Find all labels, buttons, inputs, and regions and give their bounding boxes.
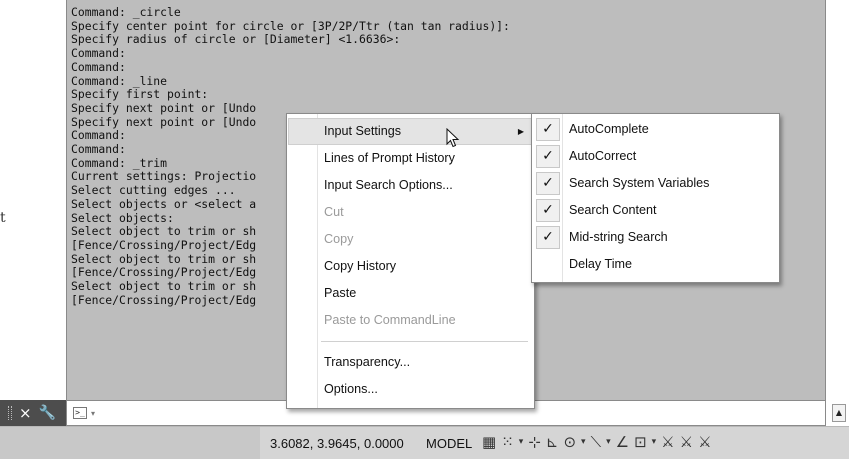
menu-item-input-search-options[interactable]: Input Search Options... <box>288 172 533 199</box>
menu-item-label: Copy History <box>324 259 397 273</box>
isodraft-icon[interactable]: ∠ <box>616 432 629 452</box>
status-toggle-icons: ▦ ⁙ ▾ ⊹ ⊾ ⊙ ▾ ⟍ ▾ ∠ ⊡ ▾ ⚔ ⚔ ⚔ <box>482 432 712 452</box>
auto-scale-icon[interactable]: ⚔ <box>698 432 711 452</box>
grid-icon[interactable]: ▦ <box>482 432 496 452</box>
submenu-item-label: Search System Variables <box>569 176 710 190</box>
stray-character: t <box>0 210 6 226</box>
history-scroll-up-button[interactable]: ▲ <box>832 404 846 422</box>
infer-constraints-icon[interactable]: ⊹ <box>528 432 541 452</box>
submenu-item-autocorrect[interactable]: ✓ AutoCorrect <box>533 143 778 170</box>
menu-item-label: Transparency... <box>324 355 411 369</box>
submenu-arrow-icon: ▶ <box>517 127 524 136</box>
menu-item-label: Input Settings <box>324 124 402 138</box>
submenu-item-label: Delay Time <box>569 257 632 271</box>
menu-item-copy: Copy <box>288 226 533 253</box>
menu-item-options[interactable]: Options... <box>288 376 533 403</box>
checkmark-icon: ✓ <box>536 226 560 249</box>
menu-item-label: Paste <box>324 286 357 300</box>
submenu-item-delay-time[interactable]: Delay Time <box>533 251 778 278</box>
history-line: Command: _circle <box>71 5 181 19</box>
history-line: Command: <box>71 46 126 61</box>
checkmark-icon: ✓ <box>536 145 560 168</box>
command-line-toolbar: × 🔧 <box>0 400 66 426</box>
input-settings-submenu: ✓ AutoComplete ✓ AutoCorrect ✓ Search System … <box>531 113 780 283</box>
submenu-item-label: Mid-string Search <box>569 230 668 244</box>
menu-item-cut: Cut <box>288 199 533 226</box>
history-line: Specify radius of circle or [Diameter] <… <box>71 32 401 47</box>
command-line-context-menu: Input Settings ▶ Lines of Prompt History In… <box>286 113 535 409</box>
snap-icon[interactable]: ⁙ <box>501 432 514 452</box>
prompt-icon[interactable]: >_ <box>73 407 87 419</box>
close-icon[interactable]: × <box>19 405 32 421</box>
history-line: Command: <box>71 59 126 74</box>
object-snap-icon[interactable]: ⊡ <box>634 432 647 452</box>
menu-item-copy-history[interactable]: Copy History <box>288 253 533 280</box>
history-line: Specify center point for circle or [3P/2… <box>71 18 510 33</box>
menu-item-label: Copy <box>324 232 354 246</box>
menu-item-input-settings[interactable]: Input Settings ▶ <box>288 118 533 145</box>
annotation-visibility-icon[interactable]: ⚔ <box>680 432 693 452</box>
recent-commands-dropdown-icon[interactable]: ▾ <box>91 409 95 418</box>
checkmark-icon: ✓ <box>536 199 560 222</box>
submenu-item-label: AutoComplete <box>569 122 649 136</box>
annotation-scale-icon[interactable]: ⚔ <box>661 432 674 452</box>
ortho-icon[interactable]: ⊾ <box>546 432 559 452</box>
submenu-item-search-content[interactable]: ✓ Search Content <box>533 197 778 224</box>
menu-item-paste[interactable]: Paste <box>288 280 533 307</box>
model-space-button[interactable]: MODEL <box>426 436 472 451</box>
submenu-item-search-system-variables[interactable]: ✓ Search System Variables <box>533 170 778 197</box>
mouse-pointer-icon <box>446 128 460 148</box>
submenu-item-autocomplete[interactable]: ✓ AutoComplete <box>533 116 778 143</box>
checkmark-icon: ✓ <box>536 172 560 195</box>
menu-item-label: Paste to CommandLine <box>324 313 456 327</box>
status-bar-blank-area <box>0 427 260 459</box>
menu-item-label: Input Search Options... <box>324 178 453 192</box>
checkmark-icon: ✓ <box>536 118 560 141</box>
menu-item-label: Cut <box>324 205 344 219</box>
dropdown-arrow-icon[interactable]: ▾ <box>581 432 586 452</box>
osnap-tracking-icon[interactable]: ⟍ <box>591 432 602 452</box>
submenu-item-label: AutoCorrect <box>569 149 637 163</box>
dropdown-arrow-icon[interactable]: ▾ <box>606 432 611 452</box>
drag-grip-icon[interactable] <box>8 406 12 420</box>
coordinates-readout[interactable]: 3.6082, 3.9645, 0.0000 <box>270 436 404 451</box>
history-line: Command: _line <box>71 73 168 88</box>
history-line: Specify first point: <box>71 87 209 102</box>
dropdown-arrow-icon[interactable]: ▾ <box>652 432 657 452</box>
status-bar: 3.6082, 3.9645, 0.0000 MODEL ▦ ⁙ ▾ ⊹ ⊾ ⊙ ▾ ⟍ ▾ ∠ ⊡… <box>0 426 849 459</box>
menu-separator <box>321 341 528 342</box>
submenu-item-label: Search Content <box>569 203 657 217</box>
polar-icon[interactable]: ⊙ <box>563 432 576 452</box>
menu-item-lines-of-prompt-history[interactable]: Lines of Prompt History <box>288 145 533 172</box>
customize-wrench-icon[interactable]: 🔧 <box>39 406 56 420</box>
menu-item-label: Options... <box>324 382 378 396</box>
submenu-item-mid-string-search[interactable]: ✓ Mid-string Search <box>533 224 778 251</box>
dropdown-arrow-icon[interactable]: ▾ <box>519 432 524 452</box>
menu-item-label: Lines of Prompt History <box>324 151 455 165</box>
menu-item-transparency[interactable]: Transparency... <box>288 349 533 376</box>
menu-item-paste-to-commandline: Paste to CommandLine <box>288 307 533 334</box>
